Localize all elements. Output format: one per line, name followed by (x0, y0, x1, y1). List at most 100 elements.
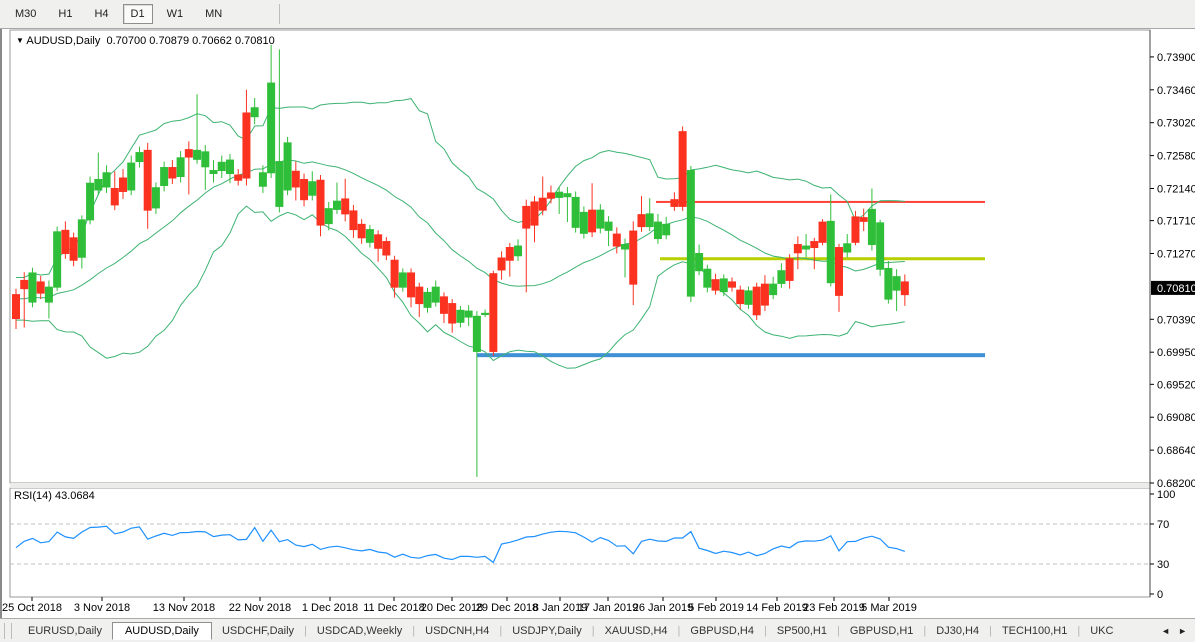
candle-body-bear (13, 295, 20, 319)
candle-body-bull (572, 197, 579, 227)
symbol-tab-gbpusd-h4[interactable]: GBPUSD,H4 (680, 623, 764, 639)
timeframe-button-d1[interactable]: D1 (123, 4, 153, 24)
trend-hline-2[interactable] (477, 353, 985, 357)
trend-hline-0[interactable] (656, 201, 985, 203)
y-axis-label: 0.73900 (1157, 52, 1195, 64)
candle-body-bear (737, 290, 744, 303)
candle-body-bear (408, 273, 415, 297)
candle-body-bear (836, 248, 843, 296)
candle-body-bull (605, 222, 612, 230)
candle-body-bear (301, 180, 308, 200)
candle-body-bull (87, 183, 94, 220)
symbol-tab-bar: EURUSD,DailyAUDUSD,DailyUSDCHF,Daily|USD… (0, 618, 1195, 642)
x-axis-label: 11 Dec 2018 (363, 602, 425, 614)
mt4-window: M30 H1 H4 D1 W1MN 0.739000.734600.730200.725… (0, 0, 1195, 642)
chart-symbol-label: AUDUSD,Daily (26, 35, 100, 47)
symbol-tab-dj30-h4[interactable]: DJ30,H4 (926, 623, 989, 639)
candle-body-bear (111, 188, 118, 204)
candle-body-bear (235, 175, 242, 180)
symbol-tab-sp500-h1[interactable]: SP500,H1 (767, 623, 837, 639)
candle-body-bear (761, 284, 768, 305)
candle-body-bull (803, 246, 810, 249)
timeframe-button-mn[interactable]: MN (197, 4, 230, 24)
candle-body-bull (844, 244, 851, 252)
price-chart[interactable]: 0.739000.734600.730200.725800.721400.717… (2, 29, 1195, 618)
timeframe-button-w1[interactable]: W1 (159, 4, 192, 24)
candle-body-bear (440, 297, 447, 313)
candle-body-bull (309, 182, 316, 195)
candle-body-bull (622, 245, 629, 249)
candle-body-bull (580, 212, 587, 233)
ohlc-high: 0.70879 (149, 35, 189, 47)
candle-body-bear (630, 231, 637, 284)
candle-body-bull (770, 284, 777, 294)
candle-body-bear (70, 238, 77, 260)
y-axis-label: 0.69080 (1157, 412, 1195, 424)
candle-body-bear (391, 260, 398, 287)
pane-splitter[interactable] (10, 483, 1150, 488)
candle-body-bear (852, 217, 859, 242)
timeframe-button-h4[interactable]: H4 (86, 4, 116, 24)
ohlc-low: 0.70662 (192, 35, 232, 47)
candle-body-bear (243, 113, 250, 178)
candle-body-bull (720, 279, 727, 292)
candle-body-bull (663, 224, 670, 234)
candle-body-bull (457, 310, 464, 322)
symbol-tab-usdjpy-daily[interactable]: USDJPY,Daily (502, 623, 592, 639)
candle-body-bull (654, 222, 661, 238)
rsi-value: 43.0684 (55, 490, 95, 502)
tabbar-grip (4, 623, 12, 639)
symbol-tab-usdcnh-h4[interactable]: USDCNH,H4 (415, 623, 499, 639)
candle-body-bull (45, 287, 52, 302)
candle-body-bear (794, 245, 801, 253)
candle-body-bear (21, 280, 28, 288)
symbol-tab-ukc[interactable]: UKC (1080, 623, 1123, 639)
timeframe-button-m30[interactable]: M30 (7, 4, 44, 24)
candle-body-bull (564, 194, 571, 197)
candle-body-bear (37, 282, 44, 293)
candle-body-bull (868, 209, 875, 244)
timeframe-button-h1[interactable]: H1 (50, 4, 80, 24)
symbol-tab-xauusd-h4[interactable]: XAUUSD,H4 (595, 623, 678, 639)
symbol-tab-eurusd-daily[interactable]: EURUSD,Daily (18, 623, 112, 639)
candle-body-bear (144, 150, 151, 210)
candle-body-bull (259, 173, 266, 186)
y-axis-label: 0.71270 (1157, 249, 1195, 261)
candle-body-bear (169, 168, 176, 178)
current-price-tag-label: 0.70810 (1157, 283, 1195, 295)
symbol-tab-audusd-daily[interactable]: AUDUSD,Daily (112, 622, 212, 640)
y-axis-label: 0.72140 (1157, 183, 1195, 195)
timeframe-toolbar: M30 H1 H4 D1 W1MN (0, 0, 1195, 29)
candle-body-bull (597, 210, 604, 228)
candle-body-bear (498, 258, 505, 270)
chart-dropdown-icon[interactable]: ▼ (16, 36, 24, 45)
candle-body-bull (646, 214, 653, 227)
x-axis-label: 1 Dec 2018 (302, 602, 358, 614)
tab-scroll-right-icon[interactable]: ► (1178, 626, 1187, 636)
candle-body-bull (284, 143, 291, 190)
candle-body-bull (424, 292, 431, 307)
trend-hline-1[interactable] (660, 257, 985, 260)
y-axis-label: 0.73020 (1157, 118, 1195, 130)
candle-body-bear (901, 282, 908, 295)
rsi-axis-label: 70 (1157, 519, 1169, 531)
ohlc-close: 0.70810 (235, 35, 275, 47)
rsi-axis-label: 100 (1157, 489, 1175, 501)
candle-body-bull (885, 268, 892, 299)
symbol-tab-usdcad-weekly[interactable]: USDCAD,Weekly (307, 623, 412, 639)
x-axis-label: 5 Feb 2019 (688, 602, 744, 614)
symbol-tab-gbpusd-h1[interactable]: GBPUSD,H1 (840, 623, 924, 639)
candle-body-bull (268, 83, 275, 173)
x-axis-label: 23 Feb 2019 (803, 602, 865, 614)
candle-body-bear (383, 242, 390, 255)
tab-scroll-left-icon[interactable]: ◄ (1161, 626, 1170, 636)
candle-body-bull (95, 180, 102, 190)
candle-body-bull (226, 160, 233, 173)
candle-body-bull (325, 209, 332, 224)
symbol-tab-usdchf-daily[interactable]: USDCHF,Daily (212, 623, 304, 639)
candle-body-bear (62, 230, 69, 253)
candle-body-bear (729, 282, 736, 287)
y-axis-label: 0.69520 (1157, 379, 1195, 391)
symbol-tab-tech100-h1[interactable]: TECH100,H1 (992, 623, 1077, 639)
x-axis-label: 25 Oct 2018 (2, 602, 62, 614)
